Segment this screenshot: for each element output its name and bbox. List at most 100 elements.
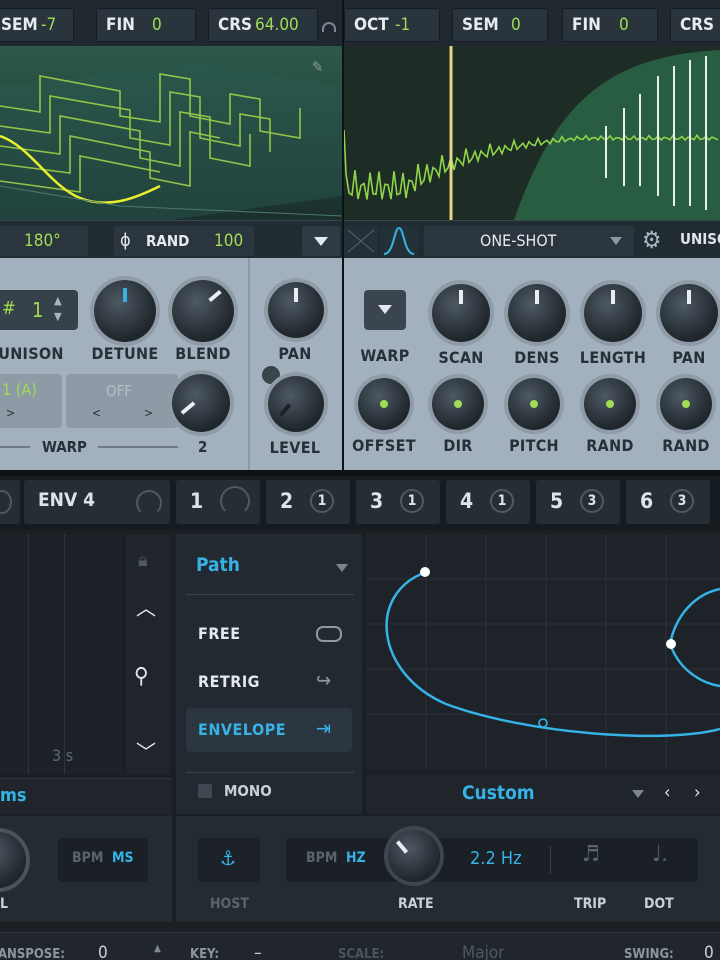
chevron-down-icon[interactable] [336, 564, 348, 572]
osc-b-semitone-field[interactable]: SEM 0 [452, 8, 548, 42]
envelope-bottom-controls: L BPM MS [0, 816, 172, 922]
hz-toggle[interactable]: HZ [346, 850, 366, 866]
scan-knob[interactable] [432, 284, 490, 342]
tab-env4[interactable]: ENV 4 [24, 480, 170, 524]
unison-label: UNISO [680, 230, 720, 248]
menu-item-free[interactable]: FREE [198, 624, 241, 643]
osc-a-knob-panel: # 1 ▲ ▼ UNISON DETUNE BLEND PAN 1 (A) > … [0, 258, 342, 470]
osc-b-fine-field[interactable]: FIN 0 [562, 8, 658, 42]
dropdown-arrow-icon [314, 237, 328, 246]
key-select[interactable]: – [254, 943, 262, 960]
warp-mode-a[interactable]: 1 (A) > [0, 374, 62, 428]
density-knob[interactable] [508, 284, 566, 342]
length-knob[interactable] [584, 284, 642, 342]
lfo-shape-select[interactable]: Custom [462, 782, 535, 804]
random-phase-field[interactable]: ϕ RAND 100 [114, 226, 254, 256]
osc-a-menu-button[interactable] [302, 226, 340, 256]
triplet-note-icon[interactable]: ♬ [582, 842, 600, 867]
offset-knob[interactable] [358, 378, 410, 430]
transpose-value[interactable]: 0 [98, 943, 108, 960]
swing-value[interactable]: 0 [704, 943, 714, 960]
arrow-right-icon[interactable]: > [144, 406, 153, 420]
osc-a-semitone-field[interactable]: SEM -7 [0, 8, 74, 42]
free-loop-icon [316, 626, 342, 642]
chevron-up-icon[interactable]: ︿ [136, 592, 156, 621]
zoom-magnifier-icon[interactable]: ⚲ [134, 664, 149, 689]
tab-lfo-2[interactable]: 21 [266, 480, 350, 524]
tab-lfo-1[interactable]: 1 [176, 480, 260, 524]
lfo-shape-bar: Custom ‹ › [366, 774, 720, 814]
stepper-arrows-icon[interactable]: ▲ [154, 943, 161, 954]
blend-knob[interactable] [172, 280, 234, 342]
increment-arrow-icon[interactable]: ▲ [54, 294, 62, 307]
mod-count-badge: 1 [310, 489, 334, 513]
mod-count-badge [220, 486, 250, 516]
tab-lfo-3[interactable]: 31 [356, 480, 440, 524]
menu-item-retrig[interactable]: RETRIG [198, 672, 260, 691]
dotted-note-icon[interactable]: ♩. [652, 842, 668, 867]
envelope-knob[interactable] [0, 832, 26, 888]
chevron-down-icon[interactable]: ﹀ [136, 736, 156, 765]
detune-knob[interactable] [94, 280, 156, 342]
edit-pencil-icon[interactable]: ✎ [312, 58, 328, 76]
arrow-left-icon[interactable]: < [92, 406, 101, 420]
anchor-icon: ⚓ [220, 846, 237, 870]
sample-waveform-display[interactable] [344, 46, 720, 220]
envelope-graph[interactable]: 3 s [0, 534, 122, 774]
bpm-toggle[interactable]: BPM [306, 850, 337, 866]
pan-knob[interactable] [268, 282, 324, 338]
tab-lfo-6[interactable]: 63 [626, 480, 710, 524]
tab-lfo-5[interactable]: 53 [536, 480, 620, 524]
host-sync-button[interactable]: ⚓ [198, 838, 260, 882]
osc-a-fine-field[interactable]: FIN 0 [96, 8, 196, 42]
bpm-ms-toggle[interactable]: BPM MS [58, 838, 148, 882]
arrow-right-icon[interactable]: > [6, 406, 15, 420]
warp-mode-b[interactable]: OFF < > [66, 374, 178, 428]
pan-knob[interactable] [660, 284, 718, 342]
chevron-down-icon[interactable] [632, 790, 644, 798]
rate-knob[interactable] [388, 830, 440, 882]
osc-a-coarse-field[interactable]: CRS 64.00 [208, 8, 318, 42]
osc-b-coarse-field[interactable]: CRS [670, 8, 720, 42]
decrement-arrow-icon[interactable]: ▼ [54, 310, 62, 323]
wavetable-display[interactable]: ✎ [0, 46, 342, 220]
tab-env3[interactable] [0, 480, 20, 524]
osc-a-pitch-bar: SEM -7 FIN 0 CRS 64.00 [0, 0, 342, 47]
settings-gear-icon[interactable]: ⚙ [642, 227, 661, 253]
mod-target-icon[interactable] [262, 366, 280, 384]
pitch-knob[interactable] [508, 378, 560, 430]
global-bottom-bar: ANSPOSE: 0 ▲ KEY: – SCALE: Major SWING: … [0, 932, 720, 960]
lfo-type-select[interactable]: Path [196, 554, 240, 576]
mod-count-badge: 3 [580, 489, 604, 513]
spectral-off-icon[interactable] [344, 226, 378, 256]
dropdown-arrow-icon [378, 305, 392, 314]
direction-knob[interactable] [432, 378, 484, 430]
envelope-time-unit[interactable]: ms [0, 778, 172, 815]
mono-checkbox[interactable] [198, 784, 212, 798]
envelope-arrow-icon: ⇥ [316, 716, 332, 740]
phase-field[interactable]: 180° [0, 226, 88, 256]
previous-shape-icon[interactable]: ‹ [664, 782, 670, 803]
scale-select[interactable]: Major [462, 943, 504, 960]
lfo-path-graph[interactable] [366, 534, 720, 770]
mono-label: MONO [224, 782, 272, 800]
level-knob[interactable] [268, 376, 324, 432]
warp-amount-knob[interactable] [172, 374, 230, 432]
synth-window: { "osc_a": { "sem_label": "SEM", "sem_va… [0, 0, 720, 960]
unison-stepper[interactable]: # 1 ▲ ▼ [0, 290, 78, 330]
next-shape-icon[interactable]: › [694, 782, 700, 803]
osc-b-knob-panel: SCAN DENS LENGTH PAN WARP OFFSET DIR PITCH RAND R… [344, 258, 720, 470]
random-knob[interactable] [584, 378, 636, 430]
menu-item-envelope[interactable]: ENVELOPE [198, 720, 286, 739]
lock-icon[interactable]: 🔒︎ [138, 550, 148, 571]
rate-value[interactable]: 2.2 Hz [470, 848, 522, 869]
osc-b-mode-bar: ONE-SHOT ⚙ UNISO [344, 220, 720, 259]
chevron-down-icon [610, 237, 622, 245]
random-knob-2[interactable] [660, 378, 712, 430]
osc-b-octave-field[interactable]: OCT -1 [344, 8, 440, 42]
playback-mode-select[interactable]: ONE-SHOT [424, 226, 634, 256]
tab-lfo-4[interactable]: 41 [446, 480, 530, 524]
warp-menu-button[interactable] [364, 290, 406, 330]
bell-curve-icon[interactable] [380, 226, 418, 256]
link-icon[interactable] [322, 22, 336, 32]
